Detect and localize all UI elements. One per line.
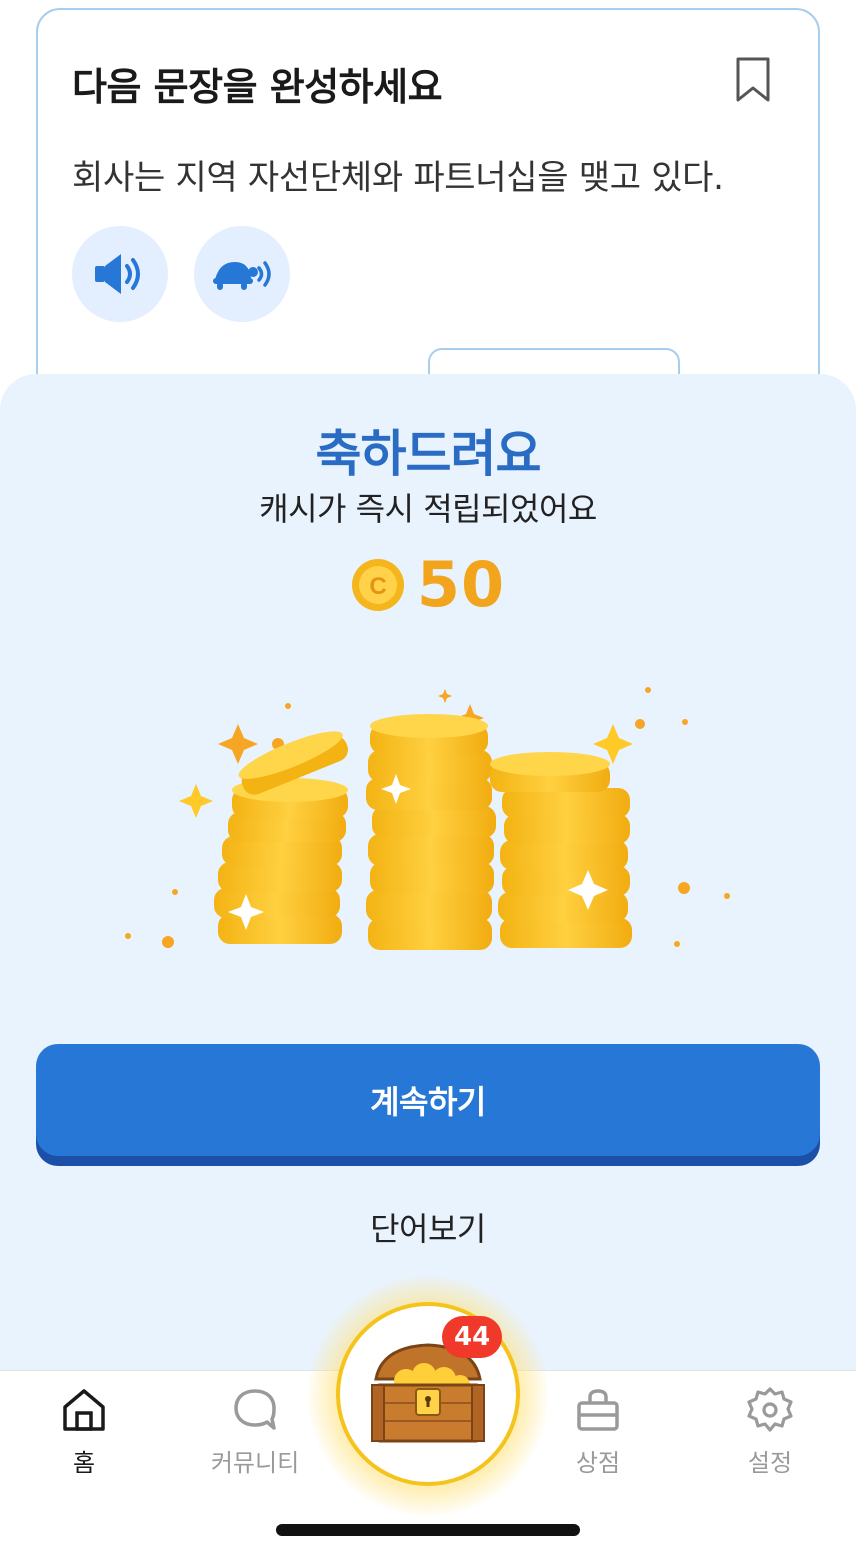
reward-amount: 50: [416, 548, 506, 621]
tab-community[interactable]: 커뮤니티: [185, 1385, 325, 1478]
tab-community-label: 커뮤니티: [210, 1449, 300, 1477]
reward-subtitle: 캐시가 즉시 적립되었어요: [259, 490, 597, 528]
continue-button[interactable]: 계속하기: [36, 1044, 820, 1156]
coin-letter: C: [369, 573, 386, 600]
tab-settings[interactable]: 설정: [700, 1385, 840, 1478]
home-indicator: [276, 1524, 580, 1536]
shopping-bag-icon: [577, 1389, 619, 1431]
reward-amount-row: C 50: [0, 548, 856, 621]
chest-count-badge: 44: [442, 1316, 503, 1358]
bookmark-icon[interactable]: [734, 56, 772, 104]
reward-title: 축하드려요: [315, 425, 542, 483]
tab-shop[interactable]: 상점: [528, 1385, 668, 1478]
chat-bubble-icon: [234, 1389, 276, 1430]
tab-shop-label: 상점: [575, 1449, 621, 1477]
view-words-link[interactable]: 단어보기: [0, 1204, 856, 1250]
home-icon: [63, 1389, 105, 1431]
play-slow-audio-button[interactable]: [194, 226, 290, 322]
gear-icon: [747, 1387, 793, 1432]
coin-icon: C: [351, 558, 404, 611]
tab-home-label: 홈: [72, 1449, 96, 1477]
speaker-icon: [95, 254, 140, 294]
turtle-speaker-icon: [213, 261, 271, 290]
tab-home[interactable]: 홈: [14, 1385, 154, 1478]
question-card: 다음 문장을 완성하세요 회사는 지역 자선단체와 파트너십을 맺고 있다.: [36, 8, 820, 428]
question-title: 다음 문장을 완성하세요: [72, 65, 443, 109]
question-sentence: 회사는 지역 자선단체와 파트너십을 맺고 있다.: [72, 158, 724, 198]
coin-stacks-illustration: [125, 687, 730, 950]
play-audio-button[interactable]: [72, 226, 168, 322]
tab-settings-label: 설정: [747, 1449, 793, 1477]
